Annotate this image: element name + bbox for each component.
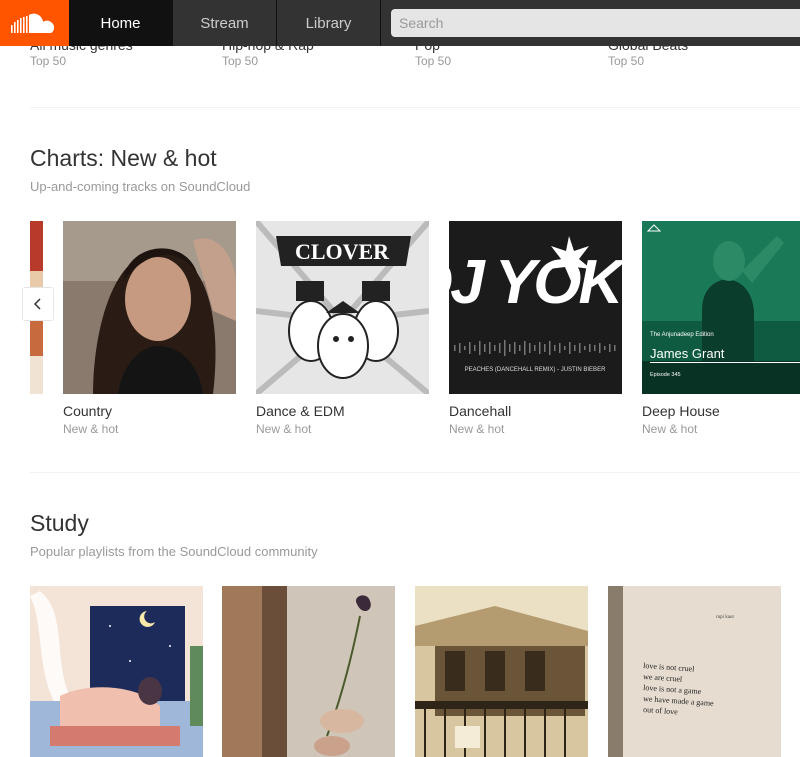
country-artwork-image <box>63 221 236 394</box>
chart-artwork[interactable]: CLOVER <box>256 221 429 394</box>
chart-card-sub: New & hot <box>642 422 698 436</box>
search-box[interactable] <box>391 9 800 37</box>
dancehall-artwork-image: DJ YOKO PEACHES (DANCEHALL <box>449 221 622 394</box>
prev-row-sub: Top 50 <box>415 54 452 68</box>
chart-artwork[interactable]: DJ YOKO PEACHES (DANCEHALL <box>449 221 622 394</box>
chevron-left-icon <box>33 298 41 310</box>
chart-card[interactable]: CLOVER Dance & EDM New & hot <box>256 221 429 436</box>
chart-card-title[interactable]: Country <box>63 403 236 419</box>
chart-artwork[interactable]: The Anjunadeep Edition James Grant Episo… <box>642 221 800 394</box>
chart-card-title[interactable]: Dancehall <box>449 403 622 419</box>
playlist-artwork[interactable] <box>30 586 203 757</box>
tab-library[interactable]: Library <box>277 0 381 46</box>
tab-home[interactable]: Home <box>69 0 173 46</box>
svg-text:DJ YOKO: DJ YOKO <box>449 248 622 317</box>
section-title[interactable]: Study <box>30 510 89 537</box>
section-subtitle: Popular playlists from the SoundCloud co… <box>30 544 318 559</box>
chart-card[interactable]: The Anjunadeep Edition James Grant Episo… <box>642 221 800 436</box>
playlist-card[interactable] <box>415 586 588 757</box>
svg-text:rupi kaur: rupi kaur <box>716 615 735 620</box>
playlist-artwork[interactable] <box>222 586 395 757</box>
flower-artwork-image <box>222 586 395 757</box>
prev-row-sub: Top 50 <box>222 54 259 68</box>
playlist-card[interactable] <box>222 586 395 757</box>
anime-room-artwork-image <box>30 586 203 757</box>
playlist-card[interactable]: rupi kaur love is not cruel we are cruel… <box>608 586 781 757</box>
tab-stream[interactable]: Stream <box>173 0 277 46</box>
playlist-artwork[interactable] <box>415 586 588 757</box>
svg-text:PEACHES (DANCEHALL REMIX) - JU: PEACHES (DANCEHALL REMIX) - JUSTIN BIEBE… <box>465 367 606 373</box>
cafe-artwork-image <box>415 586 588 757</box>
chart-card[interactable]: Country New & hot <box>63 221 236 436</box>
playlist-card[interactable] <box>30 586 203 757</box>
chart-artwork[interactable] <box>63 221 236 394</box>
svg-text:James Grant: James Grant <box>650 346 725 361</box>
dance-edm-artwork-image: CLOVER <box>256 221 429 394</box>
deep-house-artwork-image: The Anjunadeep Edition James Grant Episo… <box>642 221 800 394</box>
cloud-logo-icon <box>10 13 54 33</box>
prev-row-sub: Top 50 <box>30 54 67 68</box>
chart-card-title[interactable]: Dance & EDM <box>256 403 429 419</box>
top-navigation-bar: Home Stream Library <box>0 0 800 46</box>
chart-card-title[interactable]: Deep House <box>642 403 800 419</box>
carousel-prev-button[interactable] <box>22 287 54 321</box>
chart-card-sub: New & hot <box>256 422 312 436</box>
chart-card-sub: New & hot <box>63 422 119 436</box>
section-divider <box>30 472 800 473</box>
soundcloud-logo[interactable] <box>0 0 69 46</box>
chart-card-sub: New & hot <box>449 422 505 436</box>
search-input[interactable] <box>392 10 800 36</box>
playlist-artwork[interactable]: rupi kaur love is not cruel we are cruel… <box>608 586 781 757</box>
svg-text:The Anjunadeep Edition: The Anjunadeep Edition <box>650 332 714 338</box>
section-title[interactable]: Charts: New & hot <box>30 145 217 172</box>
chart-card[interactable]: DJ YOKO PEACHES (DANCEHALL <box>449 221 622 436</box>
poem-book-artwork-image: rupi kaur love is not cruel we are cruel… <box>608 586 781 757</box>
prev-row-sub: Top 50 <box>608 54 645 68</box>
section-divider <box>30 107 800 108</box>
svg-text:Episode 345: Episode 345 <box>650 372 681 378</box>
section-subtitle: Up-and-coming tracks on SoundCloud <box>30 179 251 194</box>
svg-text:CLOVER: CLOVER <box>295 239 390 264</box>
